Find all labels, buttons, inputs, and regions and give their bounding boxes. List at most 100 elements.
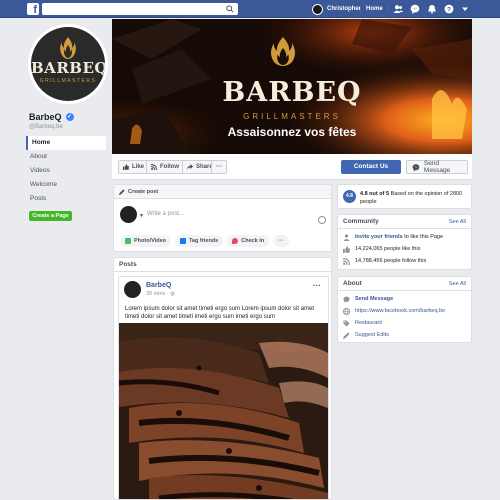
post-card: BarbeQ 30 mins · ◍ ··· Lorem ipsum dolor… bbox=[118, 276, 329, 500]
suggest-edits-link[interactable]: Suggest Edits bbox=[355, 332, 389, 338]
post-options-button[interactable]: ··· bbox=[313, 281, 321, 290]
user-avatar bbox=[312, 3, 323, 15]
create-post-composer: Create post ▼ Write a post... Photo/Vide… bbox=[113, 184, 332, 252]
community-header: Community See All bbox=[338, 215, 471, 229]
location-pin-icon bbox=[232, 238, 239, 244]
thumbs-up-icon bbox=[123, 164, 129, 170]
like-label: Like bbox=[132, 164, 145, 170]
posts-section: Posts BarbeQ 30 mins · ◍ ··· Lorem ipsum… bbox=[113, 257, 332, 500]
category-row: Restaurant bbox=[338, 317, 471, 329]
rating-score: 4.8 out of 5 bbox=[360, 191, 390, 197]
like-button[interactable]: Like bbox=[118, 160, 150, 174]
create-post-header[interactable]: Create post bbox=[114, 185, 331, 199]
logo-wordmark: BARBEQ bbox=[31, 59, 105, 77]
chevron-down-icon[interactable]: ▼ bbox=[139, 213, 144, 219]
sidebar-item-welcome[interactable]: Welcome bbox=[26, 178, 106, 192]
follow-button[interactable]: Follow bbox=[146, 160, 184, 174]
search-input[interactable] bbox=[42, 3, 238, 15]
sidebar-item-about[interactable]: About bbox=[26, 150, 106, 164]
page-sidebar-nav: Home About Videos Welcome Posts bbox=[26, 136, 106, 206]
post-timestamp[interactable]: 30 mins · ◍ bbox=[146, 291, 175, 297]
contact-us-button[interactable]: Contact Us bbox=[341, 160, 401, 174]
rss-follow-icon bbox=[343, 257, 350, 265]
about-send-message-link[interactable]: Send Message bbox=[355, 296, 393, 302]
likes-count: 14,224,065 people like this bbox=[355, 246, 421, 252]
cover-brand-wordmark: BARBEQ bbox=[222, 77, 362, 108]
send-message-label: Send Message bbox=[423, 160, 451, 174]
rating-summary[interactable]: 4.8 4.8 out of 5 Based on the opinion of… bbox=[337, 184, 472, 209]
search-icon[interactable] bbox=[226, 5, 234, 13]
pencil-icon bbox=[119, 188, 125, 195]
globe-icon: · ◍ bbox=[166, 291, 175, 297]
top-divider bbox=[387, 5, 388, 13]
more-composer-options-button[interactable]: ··· bbox=[273, 235, 289, 247]
suggest-edits-row: Suggest Edits bbox=[338, 329, 471, 341]
rating-badge: 4.8 bbox=[343, 190, 356, 203]
cover-photo[interactable]: BARBEQ GRILLMASTERS Assaisonnez vos fête… bbox=[112, 19, 472, 154]
tag-icon bbox=[179, 238, 186, 244]
photo-icon bbox=[125, 238, 131, 244]
invite-friends-row: Invite your friends to like this Page bbox=[338, 231, 471, 243]
category-link[interactable]: Restaurant bbox=[355, 320, 382, 326]
barbeq-logo: BARBEQ GRILLMASTERS bbox=[31, 27, 105, 101]
svg-text:?: ? bbox=[447, 6, 451, 13]
website-link[interactable]: https://www.facebook.com/barbeq.be bbox=[355, 308, 445, 314]
page-title: BarbeQ ✓ bbox=[29, 112, 74, 122]
website-row: https://www.facebook.com/barbeq.be bbox=[338, 305, 471, 317]
invite-friends-link[interactable]: Invite your friends bbox=[355, 234, 403, 240]
page-name-text: BarbeQ bbox=[29, 112, 62, 122]
write-post-input[interactable]: Write a post... bbox=[147, 211, 184, 217]
tag-friends-button[interactable]: Tag friends bbox=[174, 235, 224, 247]
sidebar-item-home[interactable]: Home bbox=[26, 136, 106, 150]
more-options-button[interactable]: ··· bbox=[211, 160, 227, 174]
pencil-icon bbox=[343, 331, 350, 339]
photo-video-button[interactable]: Photo/Video bbox=[120, 235, 171, 247]
messenger-icon bbox=[343, 295, 350, 303]
send-message-button[interactable]: Send Message bbox=[406, 160, 468, 174]
top-navigation-bar: f Christopher Home ? bbox=[0, 0, 500, 18]
invite-friends-icon bbox=[343, 233, 350, 241]
about-see-all-link[interactable]: See All bbox=[449, 281, 466, 287]
community-box: Community See All Invite your friends to… bbox=[337, 214, 472, 270]
post-text: Lorem ipsum dolor sit amet timeti ergo s… bbox=[125, 306, 315, 320]
friend-requests-icon[interactable] bbox=[393, 4, 403, 14]
globe-icon bbox=[343, 307, 350, 315]
tag-icon bbox=[343, 320, 350, 326]
rss-follow-icon bbox=[151, 164, 157, 170]
create-page-button[interactable]: Create a Page bbox=[29, 211, 72, 221]
post-photo-grilled-ribs[interactable] bbox=[119, 323, 328, 500]
emoji-icon[interactable] bbox=[318, 216, 326, 224]
sidebar-item-posts[interactable]: Posts bbox=[26, 192, 106, 206]
post-time-text: 30 mins bbox=[146, 291, 166, 297]
page-handle[interactable]: @Barbeq.be bbox=[29, 124, 63, 130]
photo-video-label: Photo/Video bbox=[134, 238, 166, 244]
messenger-icon[interactable] bbox=[410, 4, 420, 14]
page-avatar bbox=[120, 206, 137, 223]
composer-actions: Photo/Video Tag friends Check in ··· bbox=[120, 235, 293, 247]
top-user-profile[interactable]: Christopher bbox=[312, 3, 361, 15]
create-post-title: Create post bbox=[128, 188, 159, 195]
messenger-icon bbox=[412, 163, 420, 171]
logo-subtitle: GRILLMASTERS bbox=[39, 78, 97, 84]
profile-picture[interactable]: BARBEQ GRILLMASTERS bbox=[28, 24, 108, 104]
sidebar-item-videos[interactable]: Videos bbox=[26, 164, 106, 178]
notifications-bell-icon[interactable] bbox=[427, 4, 437, 14]
invite-friends-text: to like this Page bbox=[404, 234, 444, 240]
thumbs-up-icon bbox=[343, 245, 350, 253]
user-name: Christopher bbox=[327, 6, 362, 12]
home-link[interactable]: Home bbox=[366, 6, 383, 12]
follows-count: 14,788,456 people follow this bbox=[355, 258, 427, 264]
follow-label: Follow bbox=[160, 164, 179, 170]
post-author-avatar[interactable] bbox=[124, 281, 141, 298]
follows-row: 14,788,456 people follow this bbox=[338, 255, 471, 267]
post-author-name[interactable]: BarbeQ bbox=[146, 282, 171, 289]
flame-icon bbox=[60, 37, 76, 59]
account-dropdown-icon[interactable] bbox=[460, 4, 470, 14]
community-see-all-link[interactable]: See All bbox=[449, 219, 466, 225]
about-header: About See All bbox=[338, 277, 471, 291]
check-in-button[interactable]: Check in bbox=[227, 235, 270, 247]
facebook-logo-icon[interactable]: f bbox=[27, 3, 39, 15]
help-icon[interactable]: ? bbox=[444, 4, 454, 14]
likes-row: 14,224,065 people like this bbox=[338, 243, 471, 255]
about-box: About See All Send Message https://www.f… bbox=[337, 276, 472, 343]
